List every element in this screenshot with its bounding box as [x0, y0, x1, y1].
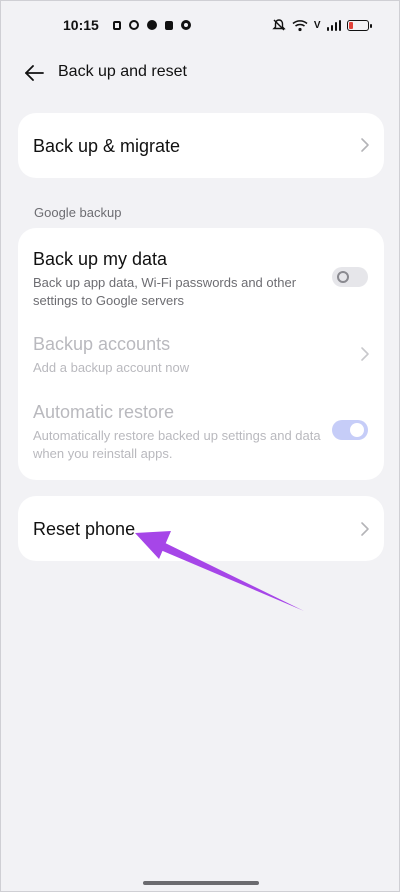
- automatic-restore-item[interactable]: Automatic restore Automatically restore …: [18, 388, 384, 480]
- automatic-restore-toggle[interactable]: [332, 420, 368, 440]
- back-up-my-data-label: Back up my data: [33, 249, 168, 269]
- chevron-right-icon: [361, 138, 369, 152]
- signal-icon: [326, 19, 341, 31]
- status-left-icons: [112, 20, 191, 30]
- automatic-restore-label: Automatic restore: [33, 402, 175, 422]
- reset-card: Reset phone: [18, 496, 384, 561]
- automatic-restore-description: Automatically restore backed up settings…: [33, 428, 321, 461]
- home-indicator: [143, 881, 259, 885]
- arrow-left-icon: [25, 65, 44, 81]
- notification-icon: [112, 20, 121, 30]
- back-up-migrate-item[interactable]: Back up & migrate: [18, 113, 384, 178]
- wifi-icon: [292, 19, 308, 31]
- status-bar: 10:15 V: [1, 1, 399, 49]
- vibrate-icon: [164, 20, 173, 30]
- reset-phone-item[interactable]: Reset phone: [18, 496, 384, 561]
- back-up-migrate-label: Back up & migrate: [33, 136, 181, 156]
- toggle-knob: [350, 423, 364, 437]
- back-up-my-data-toggle[interactable]: [332, 267, 368, 287]
- status-time: 10:15: [63, 17, 99, 33]
- back-up-my-data-description: Back up app data, Wi-Fi passwords and ot…: [33, 275, 297, 308]
- toggle-knob: [337, 271, 349, 283]
- backup-accounts-description: Add a backup account now: [33, 360, 190, 375]
- mute-icon: [272, 19, 286, 31]
- status-right-icons: V: [272, 18, 372, 32]
- chevron-right-icon: [361, 347, 369, 361]
- app-bar: Back up and reset: [1, 53, 399, 93]
- reset-phone-label: Reset phone: [33, 519, 136, 539]
- migrate-card: Back up & migrate: [18, 113, 384, 178]
- circle-icon: [180, 20, 191, 30]
- google-backup-section-label: Google backup: [34, 205, 122, 220]
- battery-level: [349, 21, 353, 29]
- page-title: Back up and reset: [58, 63, 187, 80]
- chevron-right-icon: [361, 522, 369, 536]
- back-up-my-data-item[interactable]: Back up my data Back up app data, Wi-Fi …: [18, 228, 384, 318]
- google-backup-card: Back up my data Back up app data, Wi-Fi …: [18, 228, 384, 480]
- backup-accounts-item[interactable]: Backup accounts Add a backup account now: [18, 318, 384, 388]
- cloud-icon: [146, 20, 157, 30]
- face-icon: [128, 20, 139, 30]
- backup-accounts-label: Backup accounts: [33, 334, 171, 354]
- vowifi-icon: V: [313, 19, 321, 31]
- back-button[interactable]: [21, 61, 47, 85]
- battery-icon: [347, 19, 372, 31]
